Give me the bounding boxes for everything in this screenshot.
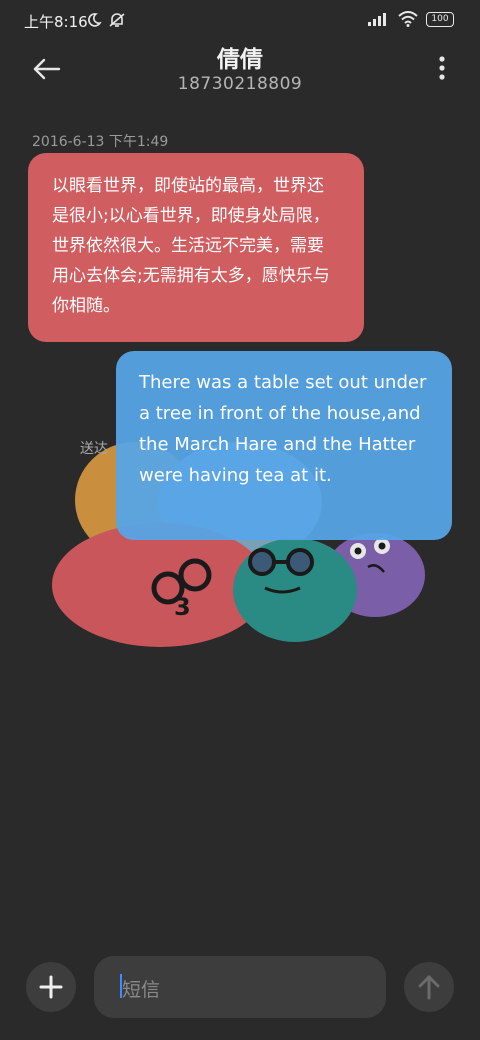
send-button[interactable] <box>404 962 454 1012</box>
add-attachment-button[interactable] <box>26 962 76 1012</box>
message-input[interactable]: 短信 <box>94 956 386 1018</box>
message-input-placeholder: 短信 <box>122 979 161 1001</box>
status-bar: 上午8:16 100 <box>0 0 480 40</box>
conversation-screen: 上午8:16 100 倩倩 18730218809 2016-6-13 下午1:… <box>0 0 480 1040</box>
message-timestamp: 2016-6-13 下午1:49 <box>32 134 169 150</box>
more-options-button[interactable] <box>434 55 450 81</box>
battery-indicator: 100 <box>426 11 454 27</box>
signal-icon <box>368 13 386 26</box>
muted-bell-icon <box>109 13 125 27</box>
incoming-message-bubble[interactable]: 以眼看世界，即使站的最高，世界还是很小;以心看世界，即使身处局限，世界依然很大。… <box>28 153 364 342</box>
moon-icon <box>88 13 102 27</box>
status-time: 上午8:16 <box>24 13 88 31</box>
delivered-status: 送达 <box>80 441 108 457</box>
contact-name[interactable]: 倩倩 <box>0 40 480 74</box>
wifi-icon <box>398 11 418 27</box>
svg-text:3: 3 <box>174 593 191 621</box>
arrow-up-icon <box>418 975 440 1000</box>
contact-phone: 18730218809 <box>177 74 303 94</box>
outgoing-message-text: There was a table set out under a tree i… <box>139 372 427 486</box>
plus-icon <box>39 975 63 999</box>
incoming-message-text: 以眼看世界，即使站的最高，世界还是很小;以心看世界，即使身处局限，世界依然很大。… <box>52 176 330 316</box>
outgoing-message-bubble[interactable]: There was a table set out under a tree i… <box>116 351 452 540</box>
